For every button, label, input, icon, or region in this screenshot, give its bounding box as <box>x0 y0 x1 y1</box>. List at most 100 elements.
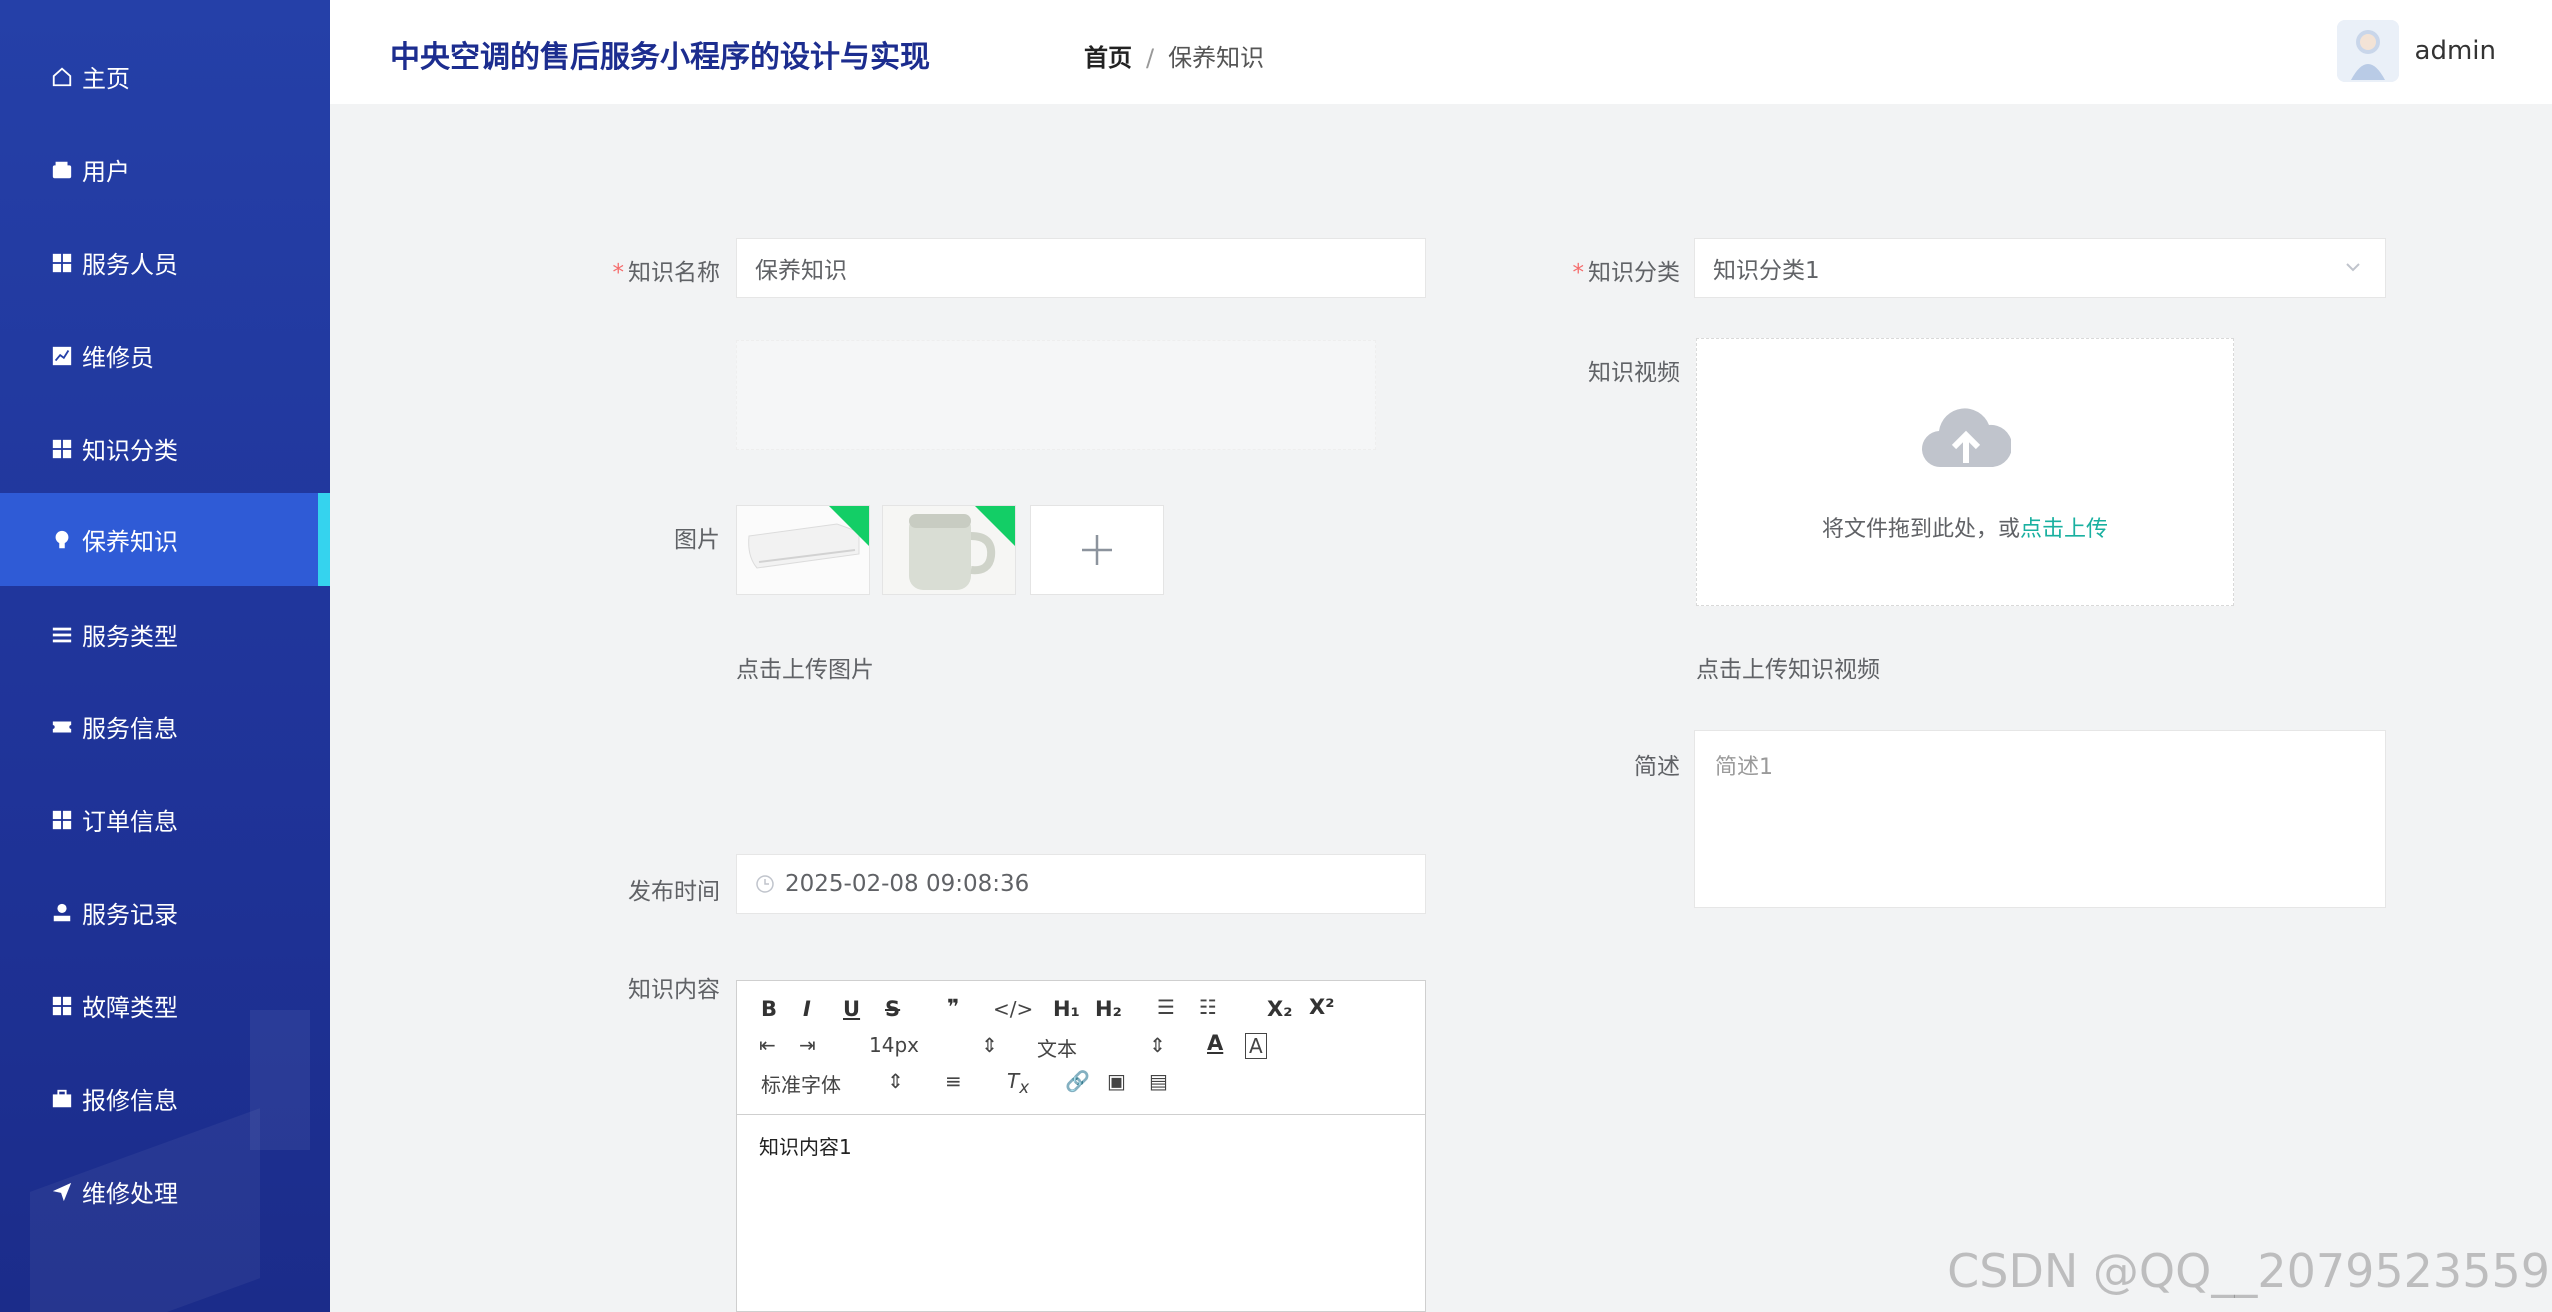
sidebar-item-service-record[interactable]: 服务记录 <box>0 866 330 959</box>
user-icon <box>50 901 74 925</box>
bold-button[interactable]: B <box>761 997 777 1021</box>
image-upload-hint: 点击上传图片 <box>736 657 874 683</box>
sidebar-item-repair-info[interactable]: 报修信息 <box>0 1052 330 1145</box>
sidebar-item-label: 订单信息 <box>82 808 178 836</box>
breadcrumb: 首页 / 保养知识 <box>1084 38 1264 73</box>
summary-textarea[interactable]: 简述1 <box>1694 730 2386 908</box>
chevron-down-icon <box>2343 257 2363 277</box>
user-menu[interactable]: admin <box>2336 20 2496 82</box>
home-icon <box>50 65 74 89</box>
upload-success-badge <box>975 506 1015 546</box>
category-label: * 知识分类 <box>1572 260 1681 286</box>
code-icon[interactable]: </> <box>993 997 1033 1021</box>
sidebar-item-service-type[interactable]: 服务类型 <box>0 588 330 681</box>
video-upload-hint: 点击上传知识视频 <box>1696 657 1880 683</box>
briefcase-icon <box>50 1087 74 1111</box>
grid-icon <box>50 251 74 275</box>
underline-button[interactable]: U <box>843 997 860 1021</box>
app-title: 中央空调的售后服务小程序的设计与实现 <box>390 40 930 75</box>
sidebar-item-home[interactable]: 主页 <box>0 30 330 123</box>
wallet-icon <box>50 158 74 182</box>
grid-icon <box>50 437 74 461</box>
font-size-select-arrow-icon: ⇕ <box>981 1033 998 1057</box>
indent-icon[interactable]: ⇥ <box>799 1033 816 1057</box>
watermark: CSDN @QQ__2079523559 <box>1947 1244 2550 1298</box>
video-label: 知识视频 <box>1588 360 1680 386</box>
name-label: * 知识名称 <box>612 260 721 286</box>
header-select-arrow-icon: ⇕ <box>1149 1033 1166 1057</box>
sidebar-item-label: 服务人员 <box>82 251 178 279</box>
upload-instruction: 将文件拖到此处，或点击上传 <box>1821 517 2109 542</box>
superscript-button[interactable]: X² <box>1309 995 1334 1019</box>
bullet-list-icon[interactable]: ☷ <box>1199 995 1217 1019</box>
sidebar-item-users[interactable]: 用户 <box>0 123 330 216</box>
sidebar-item-knowledge-category[interactable]: 知识分类 <box>0 402 330 495</box>
font-size-select[interactable]: 14px <box>869 1033 919 1057</box>
publish-time-picker[interactable]: 2025-02-08 09:08:36 <box>736 854 1426 914</box>
image-label: 图片 <box>674 527 720 553</box>
align-icon[interactable]: ≡ <box>945 1069 962 1093</box>
image-icon[interactable]: ▣ <box>1107 1069 1126 1093</box>
click-upload-link[interactable]: 点击上传 <box>2020 517 2108 542</box>
heading1-button[interactable]: H₁ <box>1053 997 1080 1021</box>
sidebar-item-fault-type[interactable]: 故障类型 <box>0 959 330 1052</box>
sidebar-item-service-staff[interactable]: 服务人员 <box>0 216 330 309</box>
sidebar-item-service-info[interactable]: 服务信息 <box>0 680 330 773</box>
subscript-button[interactable]: X₂ <box>1267 997 1292 1021</box>
header-select[interactable]: 文本 <box>1037 1033 1077 1062</box>
ordered-list-icon[interactable]: ☰ <box>1157 995 1175 1019</box>
editor-content[interactable]: 知识内容1 <box>737 1115 1425 1176</box>
rich-text-editor: B I U S ❞ </> H₁ H₂ ☰ ☷ X₂ X² ⇤ ⇥ 14px ⇕… <box>736 980 1426 1312</box>
ticket-icon <box>50 715 74 739</box>
list-icon <box>50 623 74 647</box>
username: admin <box>2414 36 2496 66</box>
heading2-button[interactable]: H₂ <box>1095 997 1122 1021</box>
chart-icon <box>50 344 74 368</box>
strike-button[interactable]: S <box>885 997 900 1021</box>
grid-icon <box>50 808 74 832</box>
sidebar: 主页 用户 服务人员 维修员 知识分类 保养知识 服务类型 服务信息 订单信息 … <box>0 0 330 1312</box>
uploaded-image-thumbnail[interactable] <box>736 505 870 595</box>
background-color-button[interactable]: A <box>1245 1033 1267 1059</box>
sidebar-item-label: 知识分类 <box>82 437 178 465</box>
italic-button[interactable]: I <box>803 997 811 1021</box>
cloud-upload-icon <box>1921 408 2011 468</box>
content-label: 知识内容 <box>628 977 720 1003</box>
clock-icon <box>756 875 774 893</box>
quote-icon[interactable]: ❞ <box>947 995 959 1019</box>
video-icon[interactable]: ▤ <box>1149 1069 1168 1093</box>
summary-label: 简述 <box>1634 754 1680 780</box>
upload-success-badge <box>829 506 869 546</box>
sidebar-item-repairman[interactable]: 维修员 <box>0 309 330 402</box>
font-family-select-arrow-icon: ⇕ <box>887 1069 904 1093</box>
clear-format-icon[interactable]: Tx <box>1007 1069 1029 1097</box>
uploaded-image-thumbnail[interactable] <box>882 505 1016 595</box>
avatar[interactable] <box>2336 20 2399 82</box>
editor-toolbar: B I U S ❞ </> H₁ H₂ ☰ ☷ X₂ X² ⇤ ⇥ 14px ⇕… <box>737 981 1425 1115</box>
knowledge-name-input[interactable]: 保养知识 <box>736 238 1426 298</box>
text-color-button[interactable]: A <box>1207 1031 1223 1055</box>
breadcrumb-home[interactable]: 首页 <box>1084 44 1132 72</box>
sidebar-item-repair-handling[interactable]: 维修处理 <box>0 1145 330 1238</box>
send-icon <box>50 1180 74 1204</box>
video-upload-dropzone[interactable]: 将文件拖到此处，或点击上传 <box>1696 338 2234 606</box>
link-icon[interactable]: 🔗 <box>1065 1069 1090 1093</box>
breadcrumb-separator: / <box>1146 44 1155 72</box>
breadcrumb-current: 保养知识 <box>1168 44 1265 72</box>
add-image-button[interactable] <box>1030 505 1164 595</box>
sidebar-item-label: 报修信息 <box>82 1087 178 1115</box>
sidebar-item-label: 服务记录 <box>82 901 178 929</box>
publish-time-label: 发布时间 <box>628 879 720 905</box>
sidebar-item-maintenance-knowledge[interactable]: 保养知识 <box>0 493 330 586</box>
sidebar-item-order-info[interactable]: 订单信息 <box>0 773 330 866</box>
top-header: 中央空调的售后服务小程序的设计与实现 首页 / 保养知识 admin <box>330 0 2552 104</box>
grid-icon <box>50 994 74 1018</box>
font-family-select[interactable]: 标准字体 <box>761 1069 841 1098</box>
bulb-icon <box>50 528 74 552</box>
sidebar-item-label: 维修员 <box>82 344 154 372</box>
placeholder-area <box>736 340 1376 450</box>
knowledge-category-select[interactable]: 知识分类1 <box>1694 238 2386 298</box>
plus-icon <box>1082 535 1112 565</box>
outdent-icon[interactable]: ⇤ <box>759 1033 776 1057</box>
sidebar-item-label: 维修处理 <box>82 1180 178 1208</box>
